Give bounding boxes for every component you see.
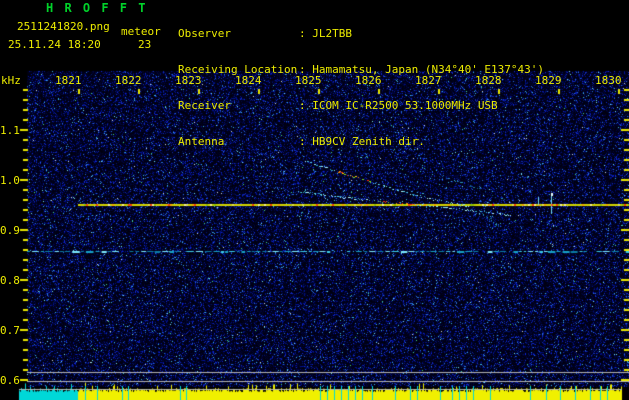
info-value: ICOM IC-R2500 53.1000MHz USB [312,99,498,112]
y-tick-label: 0.8 [0,274,20,287]
y-tick-label: 1.1 [0,124,20,137]
x-tick-label: 1822 [115,74,142,87]
info-label: Receiver [178,99,231,112]
x-tick-label: 1823 [175,74,202,87]
info-row-antenna: Antenna: HB9CV Zenith dir. [178,136,544,148]
x-tick-label: 1821 [55,74,82,87]
x-tick-label: 1827 [415,74,442,87]
echo-count: 23 [138,38,152,51]
app-title: H R O F F T [46,1,148,15]
station-info: Observer: JL2TBB Receiving Location: Ham… [178,4,544,172]
info-label: Observer [178,27,231,40]
y-tick-label: 0.7 [0,324,20,337]
info-separator: : [299,135,313,148]
hrofft-screen: H R O F F T 2511241820.png meteor 25.11.… [0,0,629,400]
info-row-observer: Observer: JL2TBB [178,28,544,40]
y-tick-label: 0.6 [0,374,20,387]
output-filename: 2511241820.png [17,20,110,33]
y-axis-unit: kHz [1,74,21,87]
info-value: HB9CV Zenith dir. [312,135,425,148]
info-separator: : [299,99,313,112]
x-tick-label: 1830 [595,74,622,87]
observation-mode: meteor [121,25,161,38]
y-tick-label: 1.0 [0,174,20,187]
info-label: Antenna [178,135,225,148]
x-tick-label: 1824 [235,74,262,87]
x-tick-label: 1828 [475,74,502,87]
x-tick-label: 1826 [355,74,382,87]
info-separator: : [299,27,313,40]
y-tick-label: 0.9 [0,224,20,237]
x-tick-label: 1829 [535,74,562,87]
info-value: JL2TBB [312,27,352,40]
datetime-label: 25.11.24 18:20 [8,38,101,51]
x-tick-label: 1825 [295,74,322,87]
info-row-receiver: Receiver: ICOM IC-R2500 53.1000MHz USB [178,100,544,112]
